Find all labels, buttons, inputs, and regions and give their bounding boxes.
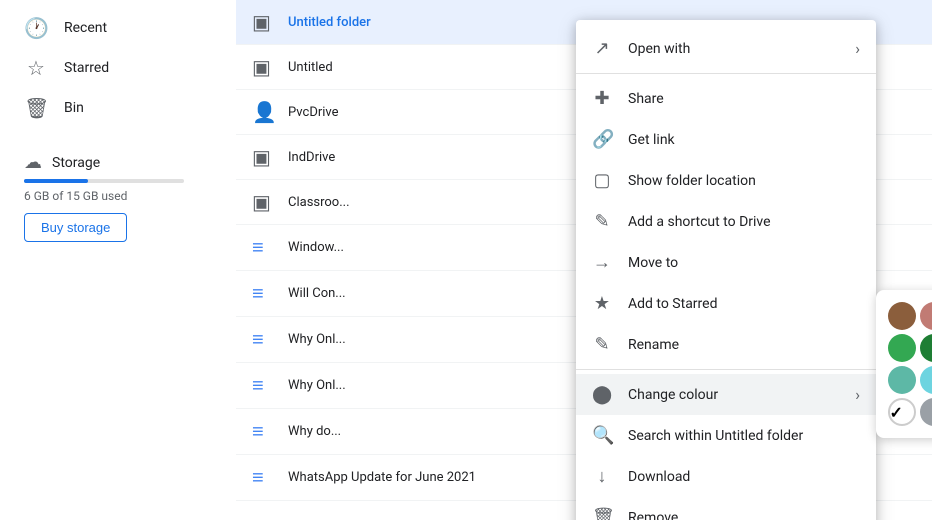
file-name: Will Con... (288, 286, 346, 301)
color-swatch[interactable] (920, 334, 932, 362)
bin-icon: 🗑 (24, 96, 48, 120)
recent-icon: 🕐 (24, 16, 48, 40)
main-content: ▣ Untitled folder ▣ Untitled 👤 PvcDrive ▣ IndDr… (236, 0, 932, 520)
submenu-arrow: › (855, 39, 860, 58)
menu-label-remove: Remove (628, 510, 860, 520)
file-name: PvcDrive (288, 105, 339, 120)
folder-icon: ▣ (252, 190, 276, 214)
file-name: Why Onl... (288, 332, 346, 347)
color-grid: ✓ (888, 302, 932, 426)
color-swatch[interactable] (888, 334, 916, 362)
folder-icon: ▣ (252, 55, 276, 79)
rename-icon: ✎ (592, 334, 612, 355)
menu-item-rename[interactable]: ✎ Rename (576, 324, 876, 365)
menu-item-show-folder-location[interactable]: ▢ Show folder location (576, 160, 876, 201)
menu-item-change-colour[interactable]: ⬤ Change colour › (576, 374, 876, 415)
add-starred-icon: ★ (592, 293, 612, 314)
storage-used-text: 6 GB of 15 GB used (24, 189, 212, 203)
starred-icon: ☆ (24, 56, 48, 80)
add-shortcut-icon: ✎ (592, 211, 612, 232)
sidebar: 🕐 Recent ☆ Starred 🗑 Bin ☁ Storage 6 GB … (0, 0, 236, 520)
buy-storage-button[interactable]: Buy storage (24, 213, 127, 242)
menu-item-remove[interactable]: 🗑 Remove (576, 497, 876, 520)
menu-label-add-starred: Add to Starred (628, 296, 860, 312)
download-icon: ↓ (592, 466, 612, 487)
file-name: Untitled folder (288, 15, 371, 30)
remove-icon: 🗑 (592, 507, 612, 520)
storage-bar-fill (24, 179, 88, 183)
search-within-icon: 🔍 (592, 425, 612, 446)
menu-divider (576, 73, 876, 74)
menu-item-move-to[interactable]: → Move to (576, 242, 876, 283)
show-folder-location-icon: ▢ (592, 170, 612, 191)
change-colour-icon: ⬤ (592, 384, 612, 405)
doc-icon: ≡ (252, 281, 276, 306)
sidebar-item-bin[interactable]: 🗑 Bin (0, 88, 220, 128)
sidebar-label-recent: Recent (64, 20, 107, 36)
file-name: Window... (288, 240, 344, 255)
file-name: Why Onl... (288, 378, 346, 393)
file-name: IndDrive (288, 150, 335, 165)
file-name: WhatsApp Update for June 2021 (288, 470, 476, 485)
file-name: Classroo... (288, 195, 350, 210)
menu-item-add-starred[interactable]: ★ Add to Starred (576, 283, 876, 324)
doc-icon: ≡ (252, 327, 276, 352)
color-swatch[interactable] (920, 398, 932, 426)
submenu-arrow: › (855, 385, 860, 404)
menu-label-share: Share (628, 91, 860, 107)
menu-label-search-within: Search within Untitled folder (628, 428, 860, 444)
menu-label-open-with: Open with (628, 41, 839, 57)
color-swatch[interactable] (888, 366, 916, 394)
menu-label-add-shortcut: Add a shortcut to Drive (628, 214, 860, 230)
storage-title: Storage (52, 155, 100, 171)
color-swatch[interactable] (920, 366, 932, 394)
color-picker: ✓ (876, 290, 932, 438)
share-icon: ✚ (592, 88, 612, 109)
menu-item-search-within[interactable]: 🔍 Search within Untitled folder (576, 415, 876, 456)
folder-icon: ▣ (252, 145, 276, 169)
doc-icon: ≡ (252, 235, 276, 260)
menu-item-share[interactable]: ✚ Share (576, 78, 876, 119)
menu-label-get-link: Get link (628, 132, 860, 148)
doc-icon: ≡ (252, 373, 276, 398)
sidebar-label-starred: Starred (64, 60, 109, 76)
menu-item-open-with[interactable]: ↗ Open with › (576, 28, 876, 69)
storage-section: ☁ Storage 6 GB of 15 GB used Buy storage (16, 144, 220, 250)
storage-bar-background (24, 179, 184, 183)
folder-icon: ▣ (252, 10, 276, 34)
get-link-icon: 🔗 (592, 129, 612, 150)
sidebar-item-recent[interactable]: 🕐 Recent (0, 8, 220, 48)
sidebar-label-bin: Bin (64, 100, 84, 116)
file-name: Untitled (288, 60, 333, 75)
menu-label-download: Download (628, 469, 860, 485)
file-name: Why do... (288, 424, 341, 439)
people-icon: 👤 (252, 100, 276, 124)
menu-item-add-shortcut[interactable]: ✎ Add a shortcut to Drive (576, 201, 876, 242)
storage-cloud-icon: ☁ (24, 152, 42, 173)
doc-icon: ≡ (252, 419, 276, 444)
menu-label-rename: Rename (628, 337, 860, 353)
storage-label-row: ☁ Storage (24, 152, 212, 173)
menu-label-change-colour: Change colour (628, 387, 839, 403)
menu-label-move-to: Move to (628, 255, 860, 271)
doc-icon: ≡ (252, 465, 276, 490)
sidebar-item-starred[interactable]: ☆ Starred (0, 48, 220, 88)
menu-item-download[interactable]: ↓ Download (576, 456, 876, 497)
move-to-icon: → (592, 252, 612, 273)
menu-divider (576, 369, 876, 370)
color-swatch[interactable] (888, 302, 916, 330)
open-with-icon: ↗ (592, 38, 612, 59)
color-swatch[interactable] (920, 302, 932, 330)
menu-item-get-link[interactable]: 🔗 Get link (576, 119, 876, 160)
color-swatch[interactable]: ✓ (888, 398, 916, 426)
context-menu: ↗ Open with › ✚ Share 🔗 Get link ▢ Show … (576, 20, 876, 520)
menu-label-show-folder-location: Show folder location (628, 173, 860, 189)
